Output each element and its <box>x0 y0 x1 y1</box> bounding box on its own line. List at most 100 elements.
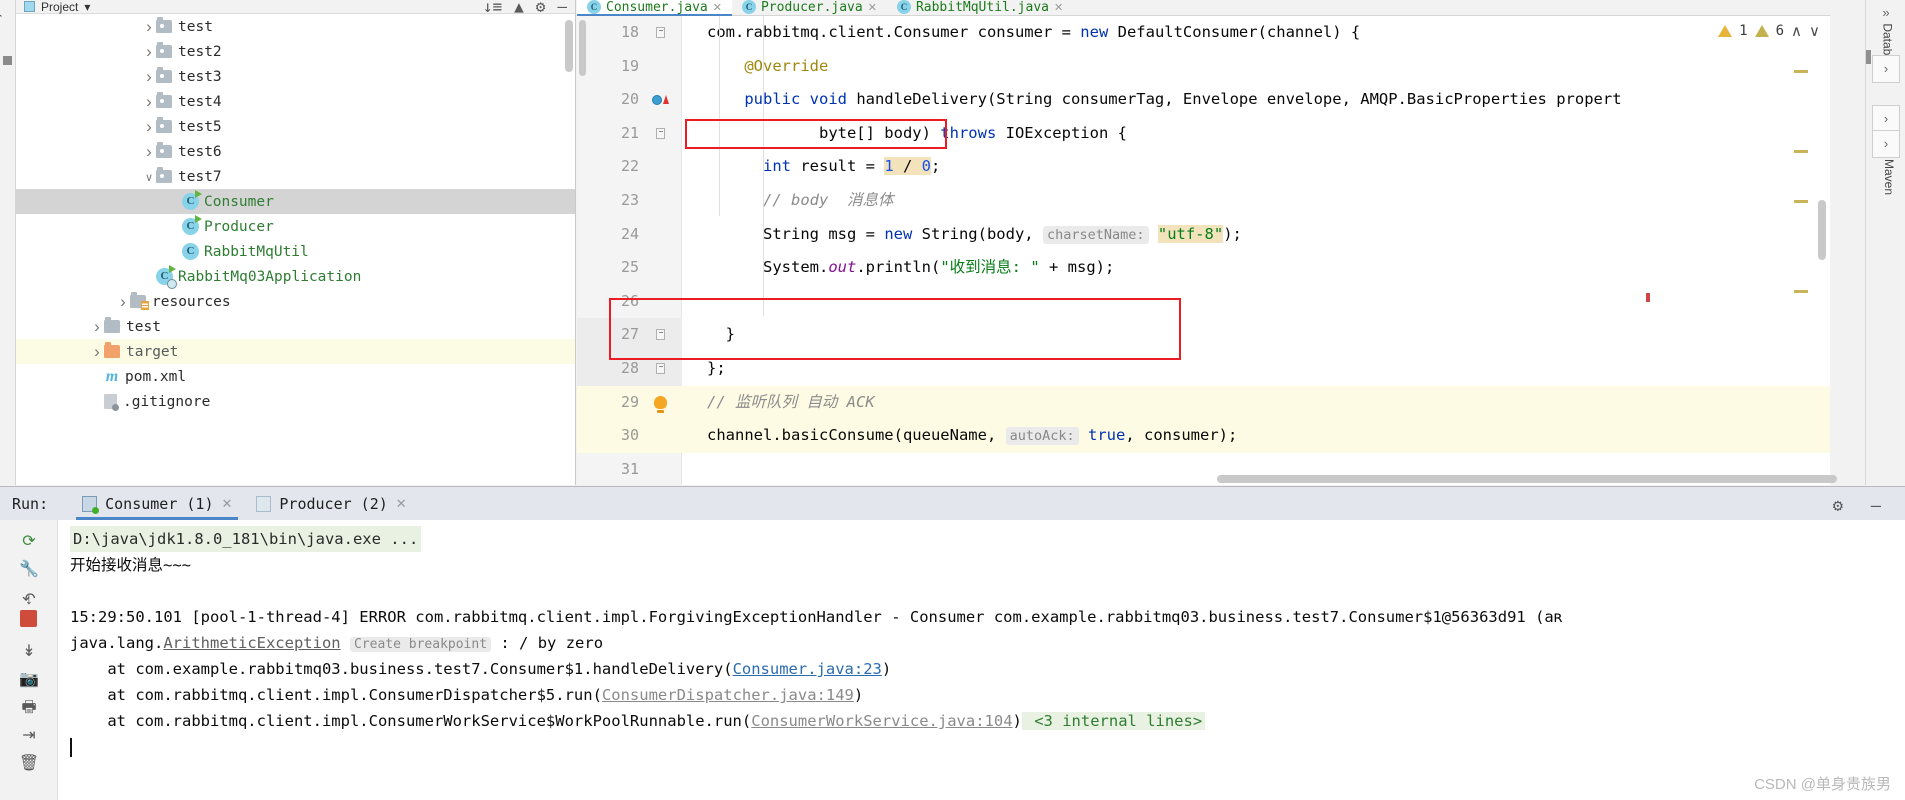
code-line-28[interactable]: 28}; <box>577 351 1830 386</box>
breakpoint-icon[interactable] <box>645 83 675 117</box>
structure-tool-marker[interactable] <box>3 56 12 65</box>
tree-item-test[interactable]: test <box>16 314 575 339</box>
run-tool-header: Run: Consumer (1) ✕ Producer (2) ✕ ⚙ — <box>0 487 1905 520</box>
code-fold-icon[interactable] <box>645 117 675 151</box>
chevron-right-icon[interactable] <box>142 117 156 137</box>
scroll-to-end-icon[interactable]: ↡ <box>14 638 44 666</box>
internal-lines-badge[interactable]: <3 internal lines> <box>1021 712 1206 730</box>
editor-horizontal-scrollbar[interactable] <box>1217 475 1837 483</box>
close-icon[interactable]: ✕ <box>868 1 877 14</box>
chevron-down-icon[interactable]: ▾ <box>84 0 90 14</box>
code-line-22[interactable]: 22 int result = 1 / 0; <box>577 150 1830 184</box>
error-stripe-marker[interactable] <box>1646 293 1650 302</box>
code-fold-icon[interactable] <box>645 318 675 352</box>
code-line-21[interactable]: 21 byte[] body) throws IOException { <box>577 117 1830 151</box>
editor-tab-producer-java[interactable]: C Producer.java ✕ <box>732 0 887 15</box>
exception-class-link[interactable]: ArithmeticException <box>163 634 340 652</box>
close-icon[interactable]: ✕ <box>222 496 233 512</box>
project-tool-button[interactable]: 1: Project <box>0 0 2 46</box>
chevron-right-icon[interactable] <box>142 67 156 87</box>
stop-button[interactable] <box>20 610 37 627</box>
editor-tab-rabbitmqutil-java[interactable]: C RabbitMqUtil.java ✕ <box>887 0 1073 15</box>
chevron-down-icon[interactable] <box>142 169 156 184</box>
tree-item-test5[interactable]: test5 <box>16 114 575 139</box>
minimize-icon[interactable]: — <box>1871 496 1881 516</box>
chevron-right-icon[interactable] <box>142 142 156 162</box>
analysis-marker[interactable] <box>1794 70 1808 73</box>
chevron-right-icon[interactable] <box>142 42 156 62</box>
maven-panel-icon[interactable]: › <box>1872 130 1900 158</box>
wrench-icon[interactable]: 🔧 <box>14 556 44 584</box>
tree-item-test2[interactable]: test2 <box>16 39 575 64</box>
code-line-18[interactable]: 18 com.rabbitmq.client.Consumer consumer … <box>577 16 1830 50</box>
export-icon[interactable]: ⇥ <box>14 722 44 750</box>
intention-bulb-icon[interactable] <box>645 386 675 420</box>
stack-trace-file-link[interactable]: ConsumerWorkService.java:104 <box>751 712 1012 730</box>
tree-item-pom-xml[interactable]: m pom.xml <box>16 364 575 389</box>
tree-item-producer[interactable]: C Producer <box>16 214 575 239</box>
code-line-27[interactable]: 27 } <box>577 318 1830 352</box>
console-caret-row[interactable] <box>58 734 1905 760</box>
previous-problem-icon[interactable]: ∧ <box>1791 22 1802 40</box>
tree-item-resources[interactable]: resources <box>16 289 575 314</box>
code-line-26[interactable]: 26 <box>577 285 1830 319</box>
analysis-marker[interactable] <box>1794 290 1808 293</box>
project-panel: Project ▾ ↓≡ ▲ ⚙ — test test2 test3 test4 te… <box>16 0 576 485</box>
editor-vertical-scrollbar[interactable] <box>1818 200 1826 260</box>
more-tools-icon[interactable]: » <box>1872 0 1900 28</box>
tree-item-test3[interactable]: test3 <box>16 64 575 89</box>
collapse-right-icon[interactable]: › <box>1872 55 1900 83</box>
analysis-marker[interactable] <box>1794 200 1808 203</box>
stack-trace-file-link[interactable]: ConsumerDispatcher.java:149 <box>602 686 854 704</box>
code-line-25[interactable]: 25 System.out.println("收到消息: " + msg); <box>577 251 1830 285</box>
gear-icon[interactable]: ⚙ <box>1833 496 1843 516</box>
inspection-widget[interactable]: 1 6 ∧ ∨ <box>1718 22 1820 40</box>
tree-item-rabbitmq03application[interactable]: C RabbitMq03Application <box>16 264 575 289</box>
maven-tool-button[interactable]: Maven <box>1882 159 1896 195</box>
chevron-right-icon[interactable] <box>90 317 104 337</box>
code-line-19[interactable]: 19 @Override <box>577 50 1830 84</box>
chevron-right-icon[interactable] <box>90 342 104 362</box>
run-tab-producer[interactable]: Producer (2) ✕ <box>244 487 418 520</box>
tree-item--gitignore[interactable]: .gitignore <box>16 389 575 414</box>
stack-trace-file-link[interactable]: Consumer.java:23 <box>733 660 882 678</box>
code-fold-icon[interactable] <box>645 352 675 386</box>
code-line-23[interactable]: 23 // body 消息体 <box>577 184 1830 218</box>
project-tree[interactable]: testtest2test3test4test5test6test7CConsu… <box>16 14 575 485</box>
code-line-20[interactable]: 20 public void handleDelivery(String con… <box>577 83 1830 117</box>
code-text: System.out.println("收到消息: " + msg); <box>707 258 1115 277</box>
tree-item-test4[interactable]: test4 <box>16 89 575 114</box>
tree-item-test7[interactable]: test7 <box>16 164 575 189</box>
chevron-right-icon[interactable] <box>142 17 156 37</box>
print-icon[interactable]: 🖶 <box>14 694 44 722</box>
chevron-right-icon[interactable] <box>142 92 156 112</box>
project-scrollbar[interactable] <box>565 20 573 72</box>
create-breakpoint-hint[interactable]: Create breakpoint <box>349 637 492 652</box>
delete-icon[interactable]: 🗑 <box>14 750 44 778</box>
code-text: } <box>707 325 735 344</box>
settings-wrench-icon[interactable] <box>0 528 24 556</box>
close-icon[interactable]: ✕ <box>1054 1 1063 14</box>
next-problem-icon[interactable]: ∨ <box>1809 22 1820 40</box>
code-line-30[interactable]: 30 channel.basicConsume(queueName, autoAc… <box>577 419 1830 453</box>
close-icon[interactable]: ✕ <box>396 496 407 512</box>
tree-item-test6[interactable]: test6 <box>16 139 575 164</box>
editor-tab-consumer-java[interactable]: C Consumer.java ✕ <box>577 0 732 16</box>
run-tab-consumer[interactable]: Consumer (1) ✕ <box>70 487 244 520</box>
analysis-marker[interactable] <box>1794 150 1808 153</box>
code-fold-icon[interactable] <box>645 16 675 50</box>
weak-warning-triangle-icon <box>1754 25 1769 37</box>
close-icon[interactable]: ✕ <box>713 1 722 14</box>
camera-icon[interactable]: 📷 <box>14 666 44 694</box>
chevron-right-icon[interactable] <box>116 292 130 312</box>
code-line-29[interactable]: 29 // 监听队列 自动 ACK <box>577 385 1830 420</box>
tree-item-rabbitmqutil[interactable]: C RabbitMqUtil <box>16 239 575 264</box>
tree-item-consumer[interactable]: C Consumer <box>16 189 575 214</box>
run-console[interactable]: D:\java\jdk1.8.0_181\bin\java.exe ... 开始接… <box>58 520 1905 800</box>
tree-item-test[interactable]: test <box>16 14 575 39</box>
console-text: ) <box>1012 712 1022 730</box>
expand-right-icon[interactable]: › <box>1872 105 1900 133</box>
tree-item-target[interactable]: target <box>16 339 575 364</box>
code-line-24[interactable]: 24 String msg = new String(body, charset… <box>577 218 1830 252</box>
editor-code-lines[interactable]: 18 com.rabbitmq.client.Consumer consumer … <box>577 16 1830 485</box>
